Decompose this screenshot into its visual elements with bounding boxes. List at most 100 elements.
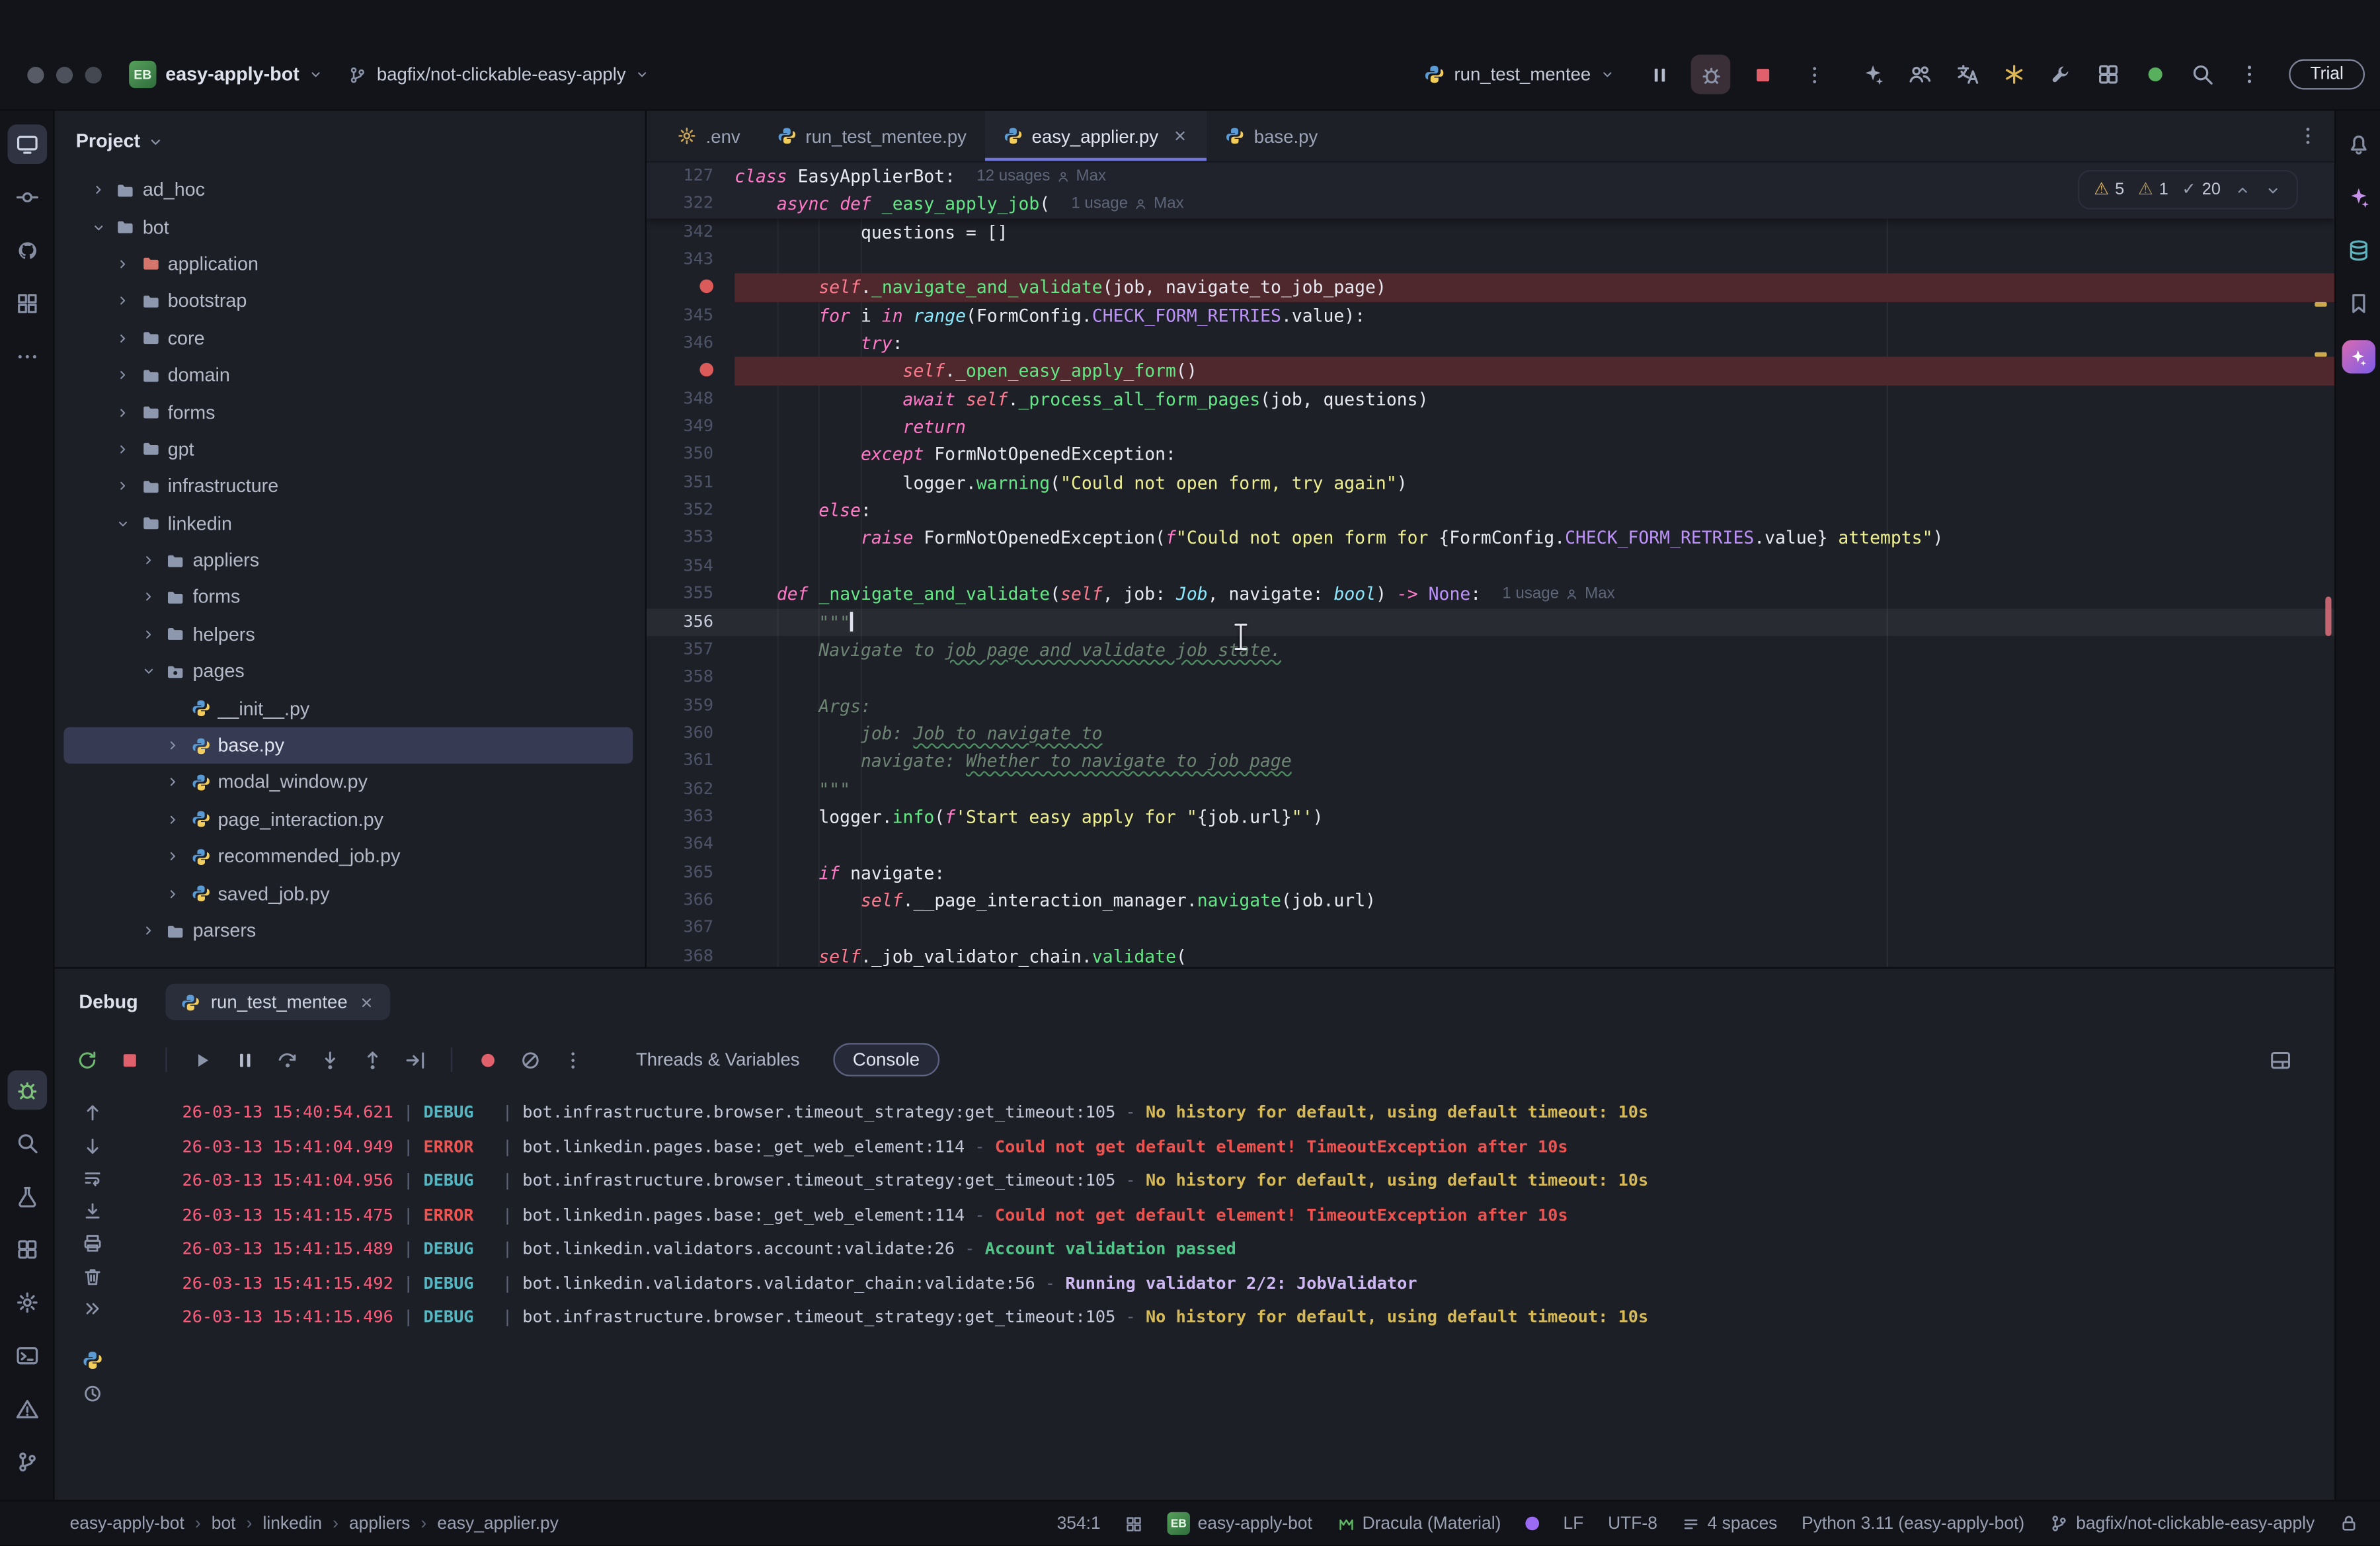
line-number-gutter[interactable]: 346 bbox=[647, 329, 734, 357]
tab-options-icon[interactable] bbox=[2297, 124, 2319, 147]
line-number-gutter[interactable]: 362 bbox=[647, 775, 734, 803]
vcs-status-widget[interactable]: bagfix/not-clickable-easy-apply bbox=[2049, 1514, 2315, 1534]
bookmarks-tool-icon[interactable] bbox=[2338, 284, 2378, 323]
tree-item-recommended_job.py[interactable]: recommended_job.py bbox=[63, 838, 633, 875]
code-line-362[interactable]: 362 """ bbox=[647, 775, 2334, 803]
code-line-352[interactable]: 352 else: bbox=[647, 497, 2334, 524]
code-line-363[interactable]: 363 logger.info(f'Start easy apply for "… bbox=[647, 803, 2334, 831]
project-tool-icon[interactable] bbox=[7, 124, 47, 164]
warning-count[interactable]: ⚠ 5 bbox=[2094, 176, 2124, 204]
code-line-354[interactable]: 354 bbox=[647, 552, 2334, 580]
scroll-to-end-icon[interactable] bbox=[82, 1200, 103, 1221]
code-line-353[interactable]: 353 raise FormNotOpenedException(f"Could… bbox=[647, 524, 2334, 552]
rerun-button[interactable] bbox=[76, 1048, 99, 1071]
collapsed-chevron-icon[interactable] bbox=[163, 849, 183, 864]
code-line-365[interactable]: 365 if navigate: bbox=[647, 859, 2334, 887]
line-number-gutter[interactable]: 342 bbox=[647, 218, 734, 246]
step-over-button[interactable] bbox=[276, 1048, 299, 1071]
code-vision-hint[interactable]: 12 usages Max bbox=[976, 163, 1106, 190]
tree-item-bootstrap[interactable]: bootstrap bbox=[63, 282, 633, 319]
translate-icon[interactable] bbox=[1955, 62, 1979, 87]
pause-program-button[interactable] bbox=[1640, 55, 1679, 95]
collapsed-chevron-icon[interactable] bbox=[138, 590, 158, 605]
collapsed-chevron-icon[interactable] bbox=[113, 405, 133, 420]
tree-item-parsers[interactable]: parsers bbox=[63, 912, 633, 949]
previous-problem-icon[interactable] bbox=[2235, 182, 2251, 198]
collapsed-chevron-icon[interactable] bbox=[163, 738, 183, 753]
tree-item-forms[interactable]: forms bbox=[63, 579, 633, 616]
maximize-window-button[interactable] bbox=[85, 65, 102, 83]
code-line-342[interactable]: 342 questions = [] bbox=[647, 218, 2334, 246]
expanded-chevron-icon[interactable] bbox=[88, 220, 108, 235]
collapsed-chevron-icon[interactable] bbox=[88, 183, 108, 198]
trial-badge[interactable]: Trial bbox=[2289, 59, 2365, 90]
console-python-icon[interactable] bbox=[82, 1350, 103, 1371]
line-number-gutter[interactable]: 354 bbox=[647, 552, 734, 580]
theme-widget[interactable]: Dracula (Material) bbox=[1337, 1515, 1501, 1533]
code-line-348[interactable]: 348 await self._process_all_form_pages(j… bbox=[647, 386, 2334, 413]
previous-occurrence-icon[interactable] bbox=[82, 1102, 103, 1123]
code-content[interactable]: 342 questions = [] 343 self._navigate_and… bbox=[647, 218, 2335, 967]
more-tools-icon[interactable] bbox=[7, 337, 46, 377]
code-line-345[interactable]: 345 for i in range(FormConfig.CHECK_FORM… bbox=[647, 302, 2334, 329]
tree-item-forms[interactable]: forms bbox=[63, 393, 633, 430]
window-controls[interactable] bbox=[27, 65, 102, 83]
editor-tab-base.py[interactable]: base.py bbox=[1207, 111, 1336, 161]
collapsed-chevron-icon[interactable] bbox=[113, 331, 133, 346]
line-number-gutter[interactable]: 322 bbox=[647, 190, 734, 218]
print-icon[interactable] bbox=[82, 1233, 103, 1254]
problems-tool-icon[interactable] bbox=[7, 1389, 46, 1429]
collapsed-chevron-icon[interactable] bbox=[138, 923, 158, 938]
scrollbar-thumb[interactable] bbox=[2325, 596, 2332, 636]
indent-widget[interactable]: 4 spaces bbox=[1682, 1515, 1777, 1533]
line-number-gutter[interactable]: 349 bbox=[647, 413, 734, 441]
code-line-361[interactable]: 361 navigate: Whether to navigate to job… bbox=[647, 747, 2334, 775]
line-number-gutter[interactable]: 350 bbox=[647, 441, 734, 469]
ai-assistant-icon[interactable] bbox=[2338, 178, 2378, 218]
terminal-tool-icon[interactable] bbox=[7, 1336, 46, 1376]
line-number-gutter[interactable]: 353 bbox=[647, 524, 734, 552]
services-tool-icon[interactable] bbox=[7, 1230, 46, 1270]
code-line-358[interactable]: 358 bbox=[647, 664, 2334, 692]
line-number-gutter[interactable]: 343 bbox=[647, 246, 734, 274]
stop-button[interactable] bbox=[1743, 55, 1782, 95]
collapsed-chevron-icon[interactable] bbox=[163, 812, 183, 827]
line-number-gutter[interactable]: 367 bbox=[647, 915, 734, 942]
line-separator-widget[interactable]: LF bbox=[1564, 1515, 1584, 1533]
collapsed-chevron-icon[interactable] bbox=[163, 886, 183, 901]
more-vertical-icon[interactable] bbox=[2237, 62, 2262, 87]
code-line-350[interactable]: 350 except FormNotOpenedException: bbox=[647, 441, 2334, 469]
stop-button[interactable] bbox=[118, 1048, 141, 1071]
soft-wrap-icon[interactable] bbox=[82, 1168, 103, 1189]
debug-session-tab[interactable]: run_test_mentee bbox=[165, 983, 390, 1020]
search-everywhere-icon[interactable] bbox=[2190, 62, 2215, 87]
line-number-gutter[interactable] bbox=[647, 274, 734, 302]
code-line-360[interactable]: 360 job: Job to navigate to bbox=[647, 719, 2334, 747]
editor-tab-easy_applier.py[interactable]: easy_applier.py bbox=[984, 110, 1207, 161]
view-breakpoints-button[interactable] bbox=[477, 1048, 499, 1071]
debug-button[interactable] bbox=[1690, 54, 1731, 95]
collapsed-chevron-icon[interactable] bbox=[113, 442, 133, 457]
project-status-widget[interactable]: EB easy-apply-bot bbox=[1167, 1512, 1312, 1535]
run-more-button[interactable] bbox=[1794, 55, 1834, 95]
expand-all-icon[interactable] bbox=[82, 1298, 103, 1319]
accent-color-dot[interactable] bbox=[1525, 1517, 1539, 1531]
structure-tool-icon[interactable] bbox=[7, 284, 46, 323]
tree-item-gpt[interactable]: gpt bbox=[63, 430, 633, 468]
line-number-gutter[interactable]: 360 bbox=[647, 719, 734, 747]
code-line-351[interactable]: 351 logger.warning("Could not open form,… bbox=[647, 469, 2334, 497]
breadcrumb-bot[interactable]: bot bbox=[212, 1515, 236, 1533]
tree-item-infrastructure[interactable]: infrastructure bbox=[63, 468, 633, 505]
project-widget[interactable]: EB easy-apply-bot bbox=[117, 55, 336, 95]
code-line-368[interactable]: 368 self._job_validator_chain.validate( bbox=[647, 942, 2334, 967]
code-vision-hint[interactable]: 1 usage Max bbox=[1502, 580, 1614, 608]
close-session-icon[interactable] bbox=[358, 994, 375, 1010]
code-line-347[interactable]: self._open_easy_apply_form() bbox=[647, 357, 2335, 386]
console-output[interactable]: 26-03-13 15:40:54.621 | DEBUG | bot.infra… bbox=[182, 1096, 2322, 1336]
ai-gradient-icon[interactable] bbox=[2341, 340, 2375, 374]
python-packages-icon[interactable] bbox=[7, 1177, 46, 1217]
collapsed-chevron-icon[interactable] bbox=[113, 479, 133, 494]
vcs-tool-icon[interactable] bbox=[7, 1443, 46, 1483]
breadcrumb-linkedin[interactable]: linkedin bbox=[262, 1515, 322, 1533]
database-tool-icon[interactable] bbox=[2338, 231, 2378, 270]
